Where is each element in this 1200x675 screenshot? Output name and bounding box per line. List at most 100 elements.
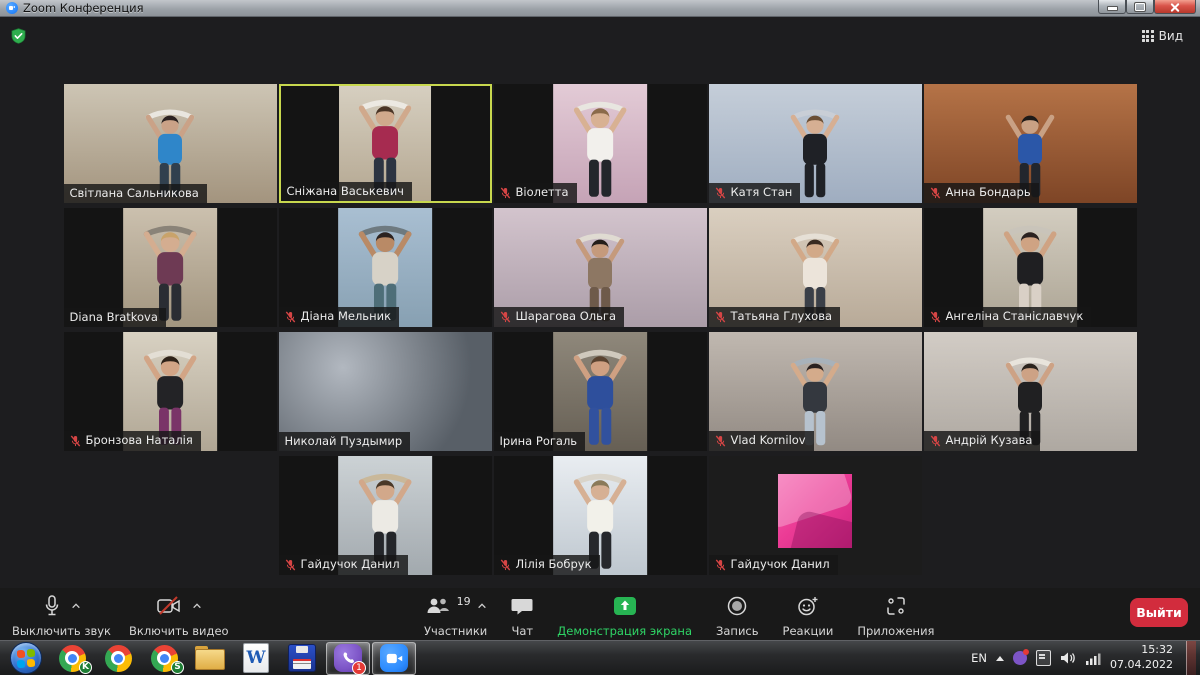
tray-app-icon[interactable] (1036, 650, 1051, 666)
participant-tile[interactable]: Гайдучок Данил (709, 456, 922, 575)
reactions-button[interactable]: Реакции (779, 592, 838, 640)
minimize-button[interactable] (1098, 0, 1126, 14)
show-desktop-button[interactable] (1186, 641, 1196, 675)
language-indicator[interactable]: EN (971, 651, 987, 665)
taskbar-zoom-app-button[interactable] (372, 642, 416, 675)
profile-avatar (778, 474, 852, 548)
participants-chevron-icon[interactable] (477, 602, 487, 610)
minimize-icon (1107, 6, 1118, 11)
clock-date: 07.04.2022 (1110, 658, 1173, 673)
share-screen-icon (613, 596, 637, 616)
participant-name: Татьяна Глухова (731, 311, 833, 323)
meeting-toolbar: Выключить звук Включить видео (0, 588, 1200, 640)
participant-name: Шарагова Ольга (516, 311, 617, 323)
participant-tile[interactable]: Лілія Бобрук (494, 456, 707, 575)
participant-tile[interactable]: Vlad Kornilov (709, 332, 922, 451)
muted-mic-icon (70, 435, 81, 447)
taskbar-start-button-button[interactable] (4, 642, 48, 675)
taskbar-windows-explorer-button[interactable] (188, 642, 232, 675)
tray-expand-icon[interactable] (996, 656, 1004, 661)
muted-mic-icon (715, 435, 726, 447)
chat-icon (511, 596, 533, 616)
participant-namebar: Діана Мельник (279, 307, 400, 327)
taskbar-apps: K S W 1 (0, 641, 418, 675)
windows-start-icon (10, 642, 42, 674)
chrome-profile-badge: S (171, 661, 184, 674)
participant-tile[interactable]: Андрій Кузава (924, 332, 1137, 451)
participant-tile[interactable]: Николай Пуздымир (279, 332, 492, 451)
viber-icon: 1 (334, 644, 362, 672)
leave-meeting-button[interactable]: Выйти (1130, 598, 1188, 627)
share-screen-button[interactable]: Демонстрация экрана (553, 592, 696, 640)
mute-audio-button[interactable]: Выключить звук (8, 592, 115, 640)
gallery-row: Бронзова Наталія Николай Пуздымир Ірина Р… (0, 332, 1200, 451)
participant-tile[interactable]: Діана Мельник (279, 208, 492, 327)
muted-mic-icon (930, 187, 941, 199)
participant-tile[interactable]: Світлана Сальникова (64, 84, 277, 203)
participant-namebar: Віолетта (494, 183, 577, 203)
participant-name: Анна Бондарь (946, 187, 1031, 199)
participant-tile[interactable]: Сніжана Васькевич (279, 84, 492, 203)
participant-tile[interactable]: Гайдучок Данил (279, 456, 492, 575)
participant-tile[interactable]: Diana Bratkova (64, 208, 277, 327)
participant-name: Віолетта (516, 187, 569, 199)
muted-mic-icon (500, 559, 511, 571)
windows-taskbar: K S W 1 EN 15:32 07.04.2022 (0, 640, 1200, 675)
close-button[interactable] (1154, 0, 1196, 14)
record-button[interactable]: Запись (712, 592, 763, 640)
taskbar-medoc-app-button[interactable] (280, 642, 324, 675)
word-icon: W (243, 643, 269, 673)
taskbar-viber-button[interactable]: 1 (326, 642, 370, 675)
participant-tile[interactable]: Анна Бондарь (924, 84, 1137, 203)
taskbar-chrome-profile-s-button[interactable]: S (142, 642, 186, 675)
taskbar-word-button[interactable]: W (234, 642, 278, 675)
meeting-area: Вид Світлана Сальникова Сніжана Васькеви… (0, 17, 1200, 640)
participant-name: Ірина Рогаль (500, 436, 578, 448)
participant-namebar: Анна Бондарь (924, 183, 1039, 203)
volume-icon[interactable] (1060, 651, 1076, 665)
participant-tile[interactable]: Катя Стан (709, 84, 922, 203)
participant-tile[interactable]: Ангеліна Станіславчук (924, 208, 1137, 327)
taskbar-clock[interactable]: 15:32 07.04.2022 (1110, 643, 1177, 673)
participant-namebar: Татьяна Глухова (709, 307, 841, 327)
participant-name: Сніжана Васькевич (287, 186, 404, 198)
audio-options-chevron-icon[interactable] (71, 602, 81, 610)
participant-namebar: Катя Стан (709, 183, 801, 203)
start-video-button[interactable]: Включить видео (125, 592, 233, 640)
participant-tile[interactable]: Татьяна Глухова (709, 208, 922, 327)
maximize-button[interactable] (1126, 0, 1154, 14)
participant-tile[interactable]: Бронзова Наталія (64, 332, 277, 451)
participant-name: Андрій Кузава (946, 435, 1033, 447)
grid-view-icon (1142, 30, 1154, 42)
security-shield-icon[interactable] (11, 28, 26, 44)
network-signal-icon[interactable] (1085, 652, 1101, 665)
participant-name: Бронзова Наталія (86, 435, 193, 447)
chrome-icon (105, 645, 132, 672)
participant-name: Diana Bratkova (70, 312, 158, 324)
chat-button[interactable]: Чат (507, 592, 537, 640)
floppy-disk-icon (288, 644, 316, 672)
participant-name: Гайдучок Данил (731, 559, 830, 571)
participant-name: Ангеліна Станіславчук (946, 311, 1084, 323)
video-options-chevron-icon[interactable] (192, 602, 202, 610)
chat-label: Чат (511, 624, 533, 638)
participant-namebar: Ангеліна Станіславчук (924, 307, 1092, 327)
taskbar-chrome-profile-k-button[interactable]: K (50, 642, 94, 675)
participant-tile[interactable]: Ірина Рогаль (494, 332, 707, 451)
participant-namebar: Николай Пуздымир (279, 432, 411, 452)
participant-namebar: Сніжана Васькевич (281, 182, 412, 202)
window-title: Zoom Конференция (23, 1, 144, 15)
participants-button[interactable]: 19 Участники (420, 592, 491, 640)
muted-mic-icon (715, 311, 726, 323)
tray-viber-icon[interactable] (1013, 651, 1027, 665)
participant-name: Николай Пуздымир (285, 436, 403, 448)
muted-mic-icon (285, 559, 296, 571)
apps-button[interactable]: Приложения (853, 592, 938, 640)
viber-notification-badge: 1 (352, 661, 366, 675)
participant-tile[interactable]: Віолетта (494, 84, 707, 203)
view-button[interactable]: Вид (1137, 26, 1188, 46)
participant-tile[interactable]: Шарагова Ольга (494, 208, 707, 327)
share-screen-label: Демонстрация экрана (557, 624, 692, 638)
gallery-row: Світлана Сальникова Сніжана Васькевич Ві… (0, 84, 1200, 203)
taskbar-chrome-button[interactable] (96, 642, 140, 675)
